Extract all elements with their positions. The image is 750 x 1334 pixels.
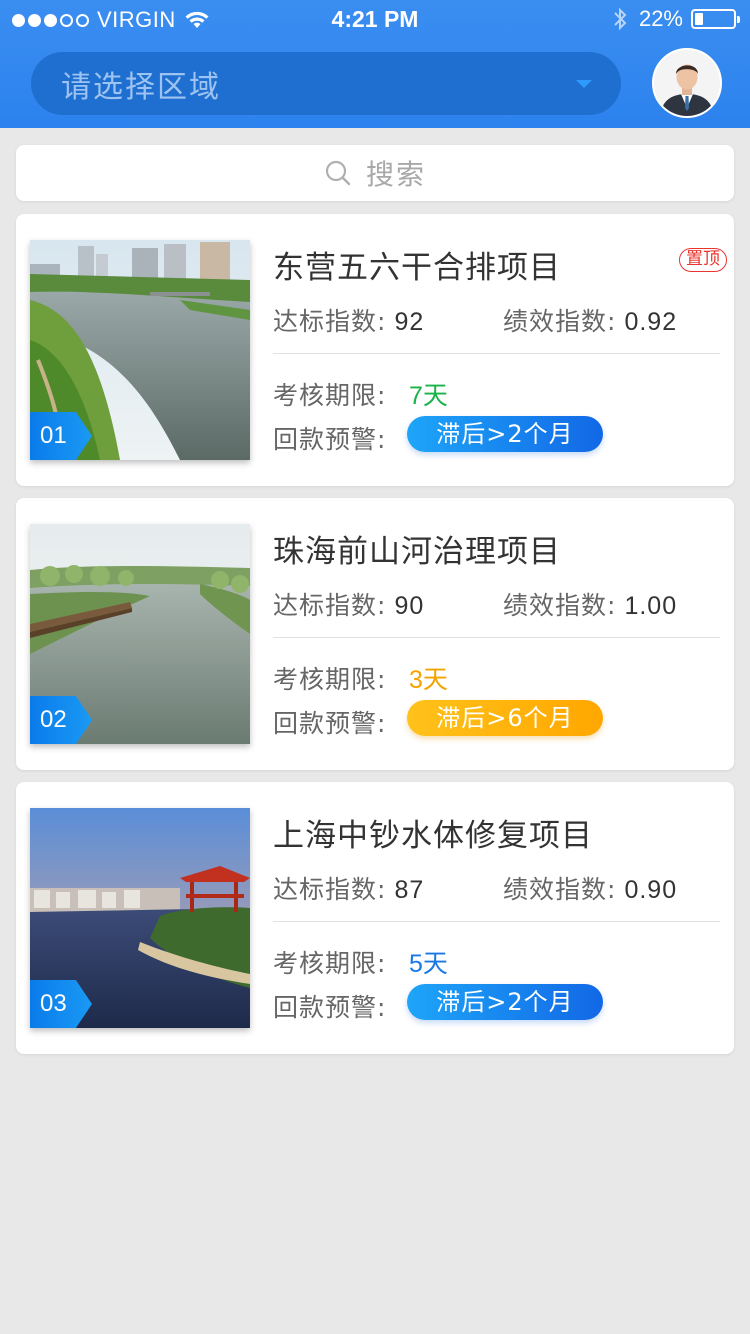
performance-index-value: 0.90 (624, 876, 678, 904)
performance-index-value: 1.00 (624, 592, 678, 620)
search-icon (325, 160, 351, 186)
project-thumbnail: 02 (30, 524, 250, 744)
project-title: 东营五六干合排项目 (273, 250, 561, 286)
standard-index-value: 92 (394, 308, 425, 336)
payment-warning-label: 回款预警: (273, 425, 387, 454)
project-title: 珠海前山河治理项目 (273, 534, 561, 570)
standard-index-value: 87 (394, 876, 425, 904)
battery-percent: 22% (638, 6, 683, 31)
standard-index-label: 达标指数: (273, 307, 387, 336)
project-title: 上海中钞水体修复项目 (273, 818, 593, 854)
battery-level-fill (695, 13, 704, 25)
app-header: VIRGIN 4:21 PM 22% 请选择区域 (0, 0, 750, 128)
status-bar: VIRGIN 4:21 PM 22% (0, 0, 750, 40)
project-card[interactable]: 01 东营五六干合排项目 置顶 达标指数: 92 绩效指数: 0.92 考核期限: … (16, 214, 734, 486)
payment-warning-label: 回款预警: (273, 709, 387, 738)
standard-index: 达标指数: 87 (273, 870, 424, 906)
assessment-period-value: 3天 (409, 666, 448, 694)
standard-index-label: 达标指数: (273, 875, 387, 904)
performance-index-label: 绩效指数: (503, 591, 617, 620)
standard-index: 达标指数: 92 (273, 302, 424, 338)
divider (273, 637, 720, 638)
bluetooth-icon (614, 7, 627, 31)
search-bar[interactable]: 搜索 (16, 145, 734, 201)
standard-index-value: 90 (394, 592, 425, 620)
region-select-placeholder: 请选择区域 (61, 69, 221, 105)
user-avatar[interactable] (652, 48, 722, 118)
region-select-dropdown[interactable]: 请选择区域 (31, 52, 621, 115)
standard-index: 达标指数: 90 (273, 586, 424, 622)
assessment-period-label: 考核期限: (273, 665, 387, 694)
search-placeholder: 搜索 (365, 158, 426, 191)
pinned-badge: 置顶 (679, 248, 727, 272)
battery-icon (691, 9, 740, 29)
project-card[interactable]: 02 珠海前山河治理项目 达标指数: 90 绩效指数: 1.00 考核期限: 3天 … (16, 498, 734, 770)
person-avatar-icon (654, 50, 720, 116)
payment-warning-label: 回款预警: (273, 993, 387, 1022)
divider (273, 921, 720, 922)
payment-warning-pill: 滞后>6个月 (407, 700, 603, 736)
divider (273, 353, 720, 354)
assessment-period-value: 7天 (409, 382, 448, 410)
assessment-period-label: 考核期限: (273, 381, 387, 410)
project-thumbnail: 01 (30, 240, 250, 460)
standard-index-label: 达标指数: (273, 591, 387, 620)
project-card[interactable]: 03 上海中钞水体修复项目 达标指数: 87 绩效指数: 0.90 考核期限: 5天… (16, 782, 734, 1054)
payment-warning-pill: 滞后>2个月 (407, 416, 603, 452)
battery-area: 22% (613, 6, 740, 32)
performance-index: 绩效指数: 1.00 (503, 586, 677, 622)
performance-index-value: 0.92 (624, 308, 678, 336)
payment-warning-pill: 滞后>2个月 (407, 984, 603, 1020)
assessment-period-value: 5天 (409, 950, 448, 978)
project-thumbnail: 03 (30, 808, 250, 1028)
performance-index-label: 绩效指数: (503, 875, 617, 904)
performance-index-label: 绩效指数: (503, 307, 617, 336)
performance-index: 绩效指数: 0.92 (503, 302, 677, 338)
assessment-period-label: 考核期限: (273, 949, 387, 978)
chevron-down-icon (576, 80, 592, 88)
performance-index: 绩效指数: 0.90 (503, 870, 677, 906)
